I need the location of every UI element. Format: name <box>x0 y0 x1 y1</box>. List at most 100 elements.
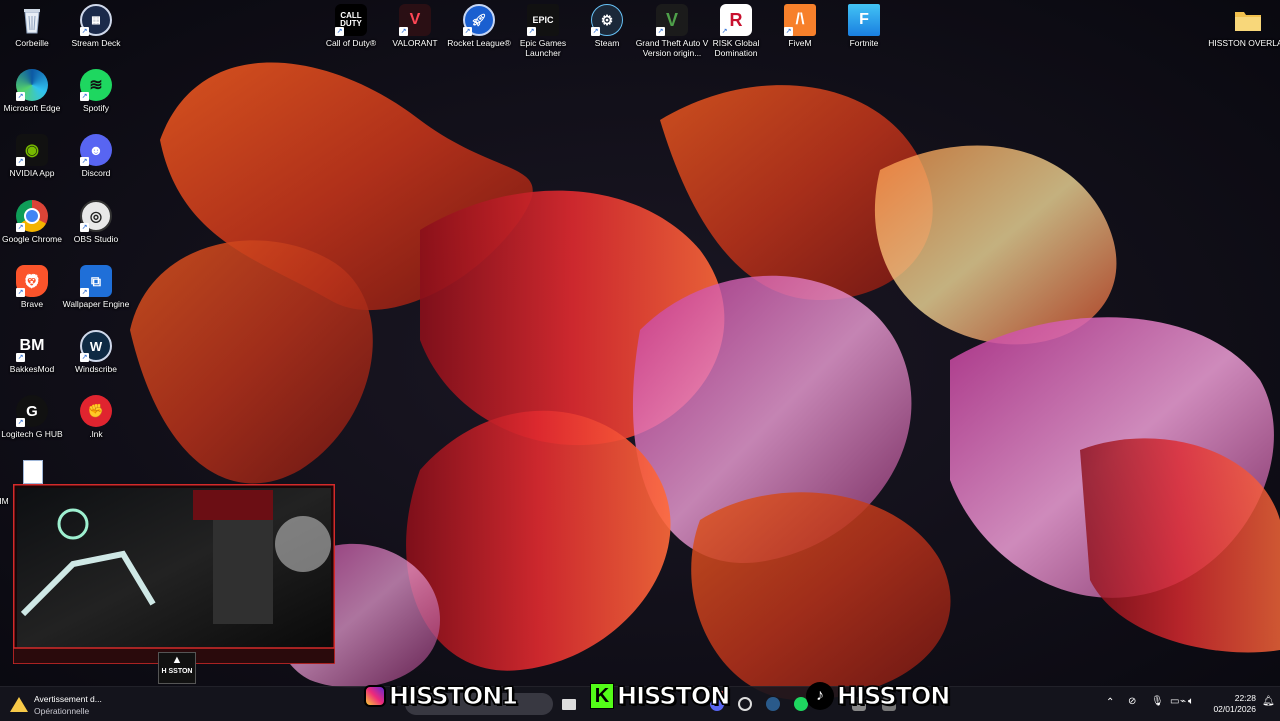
social-instagram: HISSTON1 <box>364 681 519 711</box>
desktop-icon-fortnite[interactable]: F Fortnite <box>832 0 896 64</box>
clock-time: 22:28 <box>1234 693 1256 703</box>
stream-deck-icon: ▦ ↗ <box>80 4 112 36</box>
chevron-up-icon[interactable]: ⌃ <box>1106 697 1114 708</box>
desktop-icon-windscribe[interactable]: W ↗ Windscribe <box>64 326 128 390</box>
folder-icon <box>1232 4 1264 36</box>
edge-icon: ↗ <box>16 69 48 101</box>
fortnite-icon: F <box>848 4 880 36</box>
recycle-bin-icon <box>16 4 48 36</box>
clock[interactable]: 22:28 02/01/2026 <box>1206 693 1256 715</box>
taskbar-app-steam[interactable] <box>762 693 784 715</box>
webcam-tag-text: H SSTON <box>161 668 193 675</box>
shortcut-arrow-icon: ↗ <box>80 223 89 232</box>
desktop-icon-fivem[interactable]: /\ ↗ FiveM <box>768 0 832 64</box>
desktop-icon-hisston-overlay[interactable]: HISSTON OVERLAY <box>1208 0 1280 64</box>
shortcut-arrow-icon: ↗ <box>784 27 793 36</box>
brave-icon: 🦁︎ ↗ <box>16 265 48 297</box>
social-kick: K HISSTON <box>590 681 731 711</box>
risk-icon: R ↗ <box>720 4 752 36</box>
desktop-icon-wallpaper-engine[interactable]: ⧉ ↗ Wallpaper Engine <box>63 261 129 325</box>
epic-games-icon: EPIC ↗ <box>527 4 559 36</box>
shortcut-arrow-icon: ↗ <box>399 27 408 36</box>
microphone-icon[interactable]: 🎙︎ <box>1151 696 1164 707</box>
shortcut-arrow-icon: ↗ <box>16 418 25 427</box>
shortcut-arrow-icon: ↗ <box>80 27 89 36</box>
desktop-icon-epic-games[interactable]: EPIC ↗ Epic Games Launcher <box>511 0 575 64</box>
obs-icon: ◎ ↗ <box>80 200 112 232</box>
desktop-icon-edge[interactable]: ↗ Microsoft Edge <box>0 65 64 129</box>
fivem-icon: /\ ↗ <box>784 4 816 36</box>
desktop-icon-nvidia[interactable]: ◉ ↗ NVIDIA App <box>0 130 64 194</box>
spotify-icon: ≋ ↗ <box>80 69 112 101</box>
desktop-icon-chrome[interactable]: ↗ Google Chrome <box>0 196 64 260</box>
steam-icon <box>766 697 780 711</box>
notification-widget[interactable]: Avertissement d... Opérationnelle <box>10 693 120 717</box>
desktop-icon-label: Stream Deck <box>71 38 121 48</box>
steam-icon: ⚙︎ ↗ <box>591 4 623 36</box>
desktop-icon-label: Wallpaper Engine <box>62 299 130 309</box>
tiktok-handle: HISSTON <box>836 682 950 711</box>
desktop-icon-label: Spotify <box>83 103 109 113</box>
shortcut-arrow-icon: ↗ <box>463 27 472 36</box>
shortcut-arrow-icon: ↗ <box>16 288 25 297</box>
obs-icon <box>738 697 752 711</box>
instagram-icon <box>364 685 386 707</box>
speaker-icon[interactable]: 🔈︎ <box>1188 696 1194 707</box>
link-file-icon: ✊ <box>80 395 112 427</box>
desktop-icon-label: .lnk <box>89 429 103 439</box>
desktop-icon-label: Discord <box>81 168 111 178</box>
desktop-icon-label: Fortnite <box>849 38 879 48</box>
shortcut-arrow-icon: ↗ <box>80 353 89 362</box>
taskbar-app-obs[interactable] <box>734 693 756 715</box>
desktop-icon-brave[interactable]: 🦁︎ ↗ Brave <box>0 261 64 325</box>
desktop-icon-stream-deck[interactable]: ▦ ↗ Stream Deck <box>64 0 128 64</box>
notification-subtitle: Opérationnelle <box>34 706 90 716</box>
desktop-icon-spotify[interactable]: ≋ ↗ Spotify <box>64 65 128 129</box>
kick-icon: K <box>590 683 614 709</box>
gta-icon: V ↗ <box>656 4 688 36</box>
desktop-icon-valorant[interactable]: V ↗ VALORANT <box>383 0 447 64</box>
discord-icon: ☻ ↗ <box>80 134 112 166</box>
shortcut-arrow-icon: ↗ <box>720 27 729 36</box>
desktop-icon-label: Windscribe <box>74 364 118 374</box>
hisston-logo-icon: ▲ <box>171 654 183 666</box>
logitech-icon: G ↗ <box>16 395 48 427</box>
windscribe-icon: W ↗ <box>80 330 112 362</box>
shortcut-arrow-icon: ↗ <box>335 27 344 36</box>
shortcut-arrow-icon: ↗ <box>16 92 25 101</box>
chrome-icon: ↗ <box>16 200 48 232</box>
monitor-icon[interactable]: ▭ <box>1170 696 1179 707</box>
social-tiktok: ♪ HISSTON <box>806 681 951 711</box>
kick-handle: HISSTON <box>616 682 730 711</box>
desktop-icon-obs[interactable]: ◎ ↗ OBS Studio <box>64 196 128 260</box>
warning-icon <box>10 697 28 712</box>
tiktok-icon: ♪ <box>806 682 834 710</box>
bakkesmod-icon: BM ↗ <box>16 337 45 362</box>
rocket-league-icon: 🚀︎ ↗ <box>463 4 495 36</box>
no-camera-icon[interactable]: ⊘ <box>1128 696 1136 707</box>
desktop-icon-call-of-duty[interactable]: CALL DUTY ↗ Call of Duty® <box>319 0 383 64</box>
nvidia-icon: ◉ ↗ <box>16 134 48 166</box>
shortcut-arrow-icon: ↗ <box>591 27 600 36</box>
webcam-overlay <box>11 482 337 666</box>
desktop-icon-image-file[interactable]: IM <box>0 456 64 506</box>
network-icon[interactable]: ⌁ <box>1180 696 1186 707</box>
desktop-icon-bakkesmod[interactable]: BM ↗ BakkesMod <box>0 326 64 390</box>
desktop-icon-logitech[interactable]: G ↗ Logitech G HUB <box>0 391 64 455</box>
desktop-icon-label: OBS Studio <box>73 234 119 244</box>
shortcut-arrow-icon: ↗ <box>80 92 89 101</box>
file-explorer-icon <box>562 699 576 710</box>
wallpaper-engine-icon: ⧉ ↗ <box>80 265 112 297</box>
desktop-icon-risk[interactable]: R ↗ RISK Global Domination <box>704 0 768 64</box>
desktop-icon-corbeille[interactable]: Corbeille <box>0 0 64 64</box>
desktop-icon-discord[interactable]: ☻ ↗ Discord <box>64 130 128 194</box>
valorant-icon: V ↗ <box>399 4 431 36</box>
shortcut-arrow-icon: ↗ <box>656 27 665 36</box>
shortcut-arrow-icon: ↗ <box>527 27 536 36</box>
notification-bell-icon[interactable]: 🔔︎ <box>1262 696 1275 707</box>
desktop-icon-lnk[interactable]: ✊ .lnk <box>64 391 128 455</box>
webcam-tag: ▲ H SSTON <box>158 652 196 684</box>
call-of-duty-icon: CALL DUTY ↗ <box>335 4 367 36</box>
image-file-icon <box>16 460 48 484</box>
file-explorer-button[interactable] <box>558 693 580 715</box>
